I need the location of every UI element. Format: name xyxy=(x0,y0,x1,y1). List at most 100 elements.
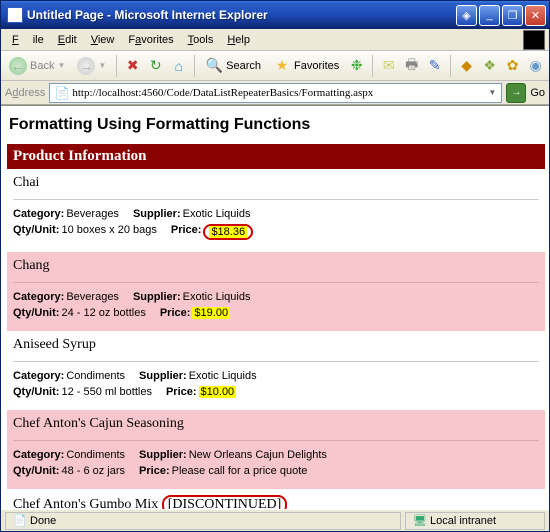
statusbar: 📄 Done 🖥 Local intranet xyxy=(1,509,549,531)
help-button[interactable]: ◈ xyxy=(456,5,477,26)
product-item: Aniseed SyrupCategory:CondimentsSupplier… xyxy=(7,331,545,410)
qty-value: 24 - 12 oz bottles xyxy=(61,307,145,319)
address-field-wrap[interactable]: 📄 ▼ xyxy=(49,83,502,103)
page-heading: Formatting Using Formatting Functions xyxy=(9,116,545,134)
section-header: Product Information xyxy=(7,144,545,169)
product-item: Chef Anton's Gumbo Mix [DISCONTINUED]Cat… xyxy=(7,489,545,509)
price-value: $19.00 xyxy=(192,307,230,319)
window-title: Untitled Page - Microsoft Internet Explo… xyxy=(27,8,456,22)
product-item: Chef Anton's Cajun Seasoning Category:Con… xyxy=(7,410,545,489)
price-value: Please call for a price quote xyxy=(172,465,308,477)
menu-file[interactable]: File xyxy=(5,32,51,48)
status-pane: 📄 Done xyxy=(5,512,401,530)
stop-icon[interactable]: ✖ xyxy=(123,56,142,76)
category-label: Category: xyxy=(13,208,64,220)
go-label: Go xyxy=(530,87,545,99)
back-label: Back xyxy=(30,60,54,72)
chevron-down-icon: ▼ xyxy=(98,61,106,70)
page-body: Formatting Using Formatting Functions Pr… xyxy=(1,106,549,509)
home-icon[interactable]: ⌂ xyxy=(169,56,188,76)
status-text: Done xyxy=(30,515,56,527)
throbber-icon xyxy=(523,30,545,50)
address-input[interactable] xyxy=(72,87,485,99)
minimize-button[interactable]: _ xyxy=(479,5,500,26)
price-label: Price: xyxy=(166,386,197,398)
supplier-label: Supplier: xyxy=(133,291,181,303)
page-icon: 📄 xyxy=(10,511,30,531)
separator xyxy=(194,55,195,77)
qty-value: 48 - 6 oz jars xyxy=(61,465,125,477)
menu-edit[interactable]: Edit xyxy=(51,32,84,48)
qty-value: 10 boxes x 20 bags xyxy=(61,224,156,240)
forward-icon: → xyxy=(77,57,95,75)
back-icon: ← xyxy=(9,57,27,75)
separator xyxy=(116,55,117,77)
search-icon: 🔍 xyxy=(205,57,223,75)
search-button[interactable]: 🔍 Search xyxy=(201,55,265,77)
search-label: Search xyxy=(226,60,261,72)
category-value: Condiments xyxy=(66,370,125,382)
refresh-icon[interactable]: ↻ xyxy=(146,56,165,76)
address-label: Address xyxy=(5,87,45,99)
edit-icon[interactable]: ✎ xyxy=(425,56,444,76)
supplier-label: Supplier: xyxy=(133,208,181,220)
back-button: ← Back ▼ xyxy=(5,55,69,77)
page-icon: 📄 xyxy=(52,83,72,103)
price-label: Price: xyxy=(139,465,170,477)
favorites-button[interactable]: ★ Favorites xyxy=(269,55,343,77)
restore-button[interactable]: ❐ xyxy=(502,5,523,26)
discontinued-badge: [DISCONTINUED] xyxy=(162,495,288,509)
supplier-label: Supplier: xyxy=(139,449,187,461)
tool-icon[interactable]: ◆ xyxy=(457,56,476,76)
menu-help[interactable]: Help xyxy=(220,32,257,48)
qty-label: Qty/Unit: xyxy=(13,386,59,398)
product-item: ChaiCategory:BeveragesSupplier:Exotic Li… xyxy=(7,169,545,252)
intranet-icon: 🖥 xyxy=(410,511,430,531)
app-window: Untitled Page - Microsoft Internet Explo… xyxy=(0,0,550,532)
toolbar: ← Back ▼ → ▼ ✖ ↻ ⌂ 🔍 Search ★ Favorites … xyxy=(1,51,549,81)
price-value: $18.36 xyxy=(209,226,247,238)
tool-icon[interactable]: ✿ xyxy=(503,56,522,76)
address-bar: Address 📄 ▼ → Go xyxy=(1,81,549,105)
category-label: Category: xyxy=(13,291,64,303)
separator xyxy=(450,55,451,77)
qty-value: 12 - 550 ml bottles xyxy=(61,386,152,398)
zone-pane: 🖥 Local intranet xyxy=(405,512,545,530)
qty-label: Qty/Unit: xyxy=(13,224,59,240)
product-name: Chang xyxy=(13,258,50,273)
menubar: File Edit View Favorites Tools Help xyxy=(1,29,549,51)
titlebar: Untitled Page - Microsoft Internet Explo… xyxy=(1,1,549,29)
content-area[interactable]: Formatting Using Formatting Functions Pr… xyxy=(1,105,549,509)
ie-icon xyxy=(7,7,23,23)
category-value: Condiments xyxy=(66,449,125,461)
tool-icon[interactable]: ❖ xyxy=(480,56,499,76)
supplier-label: Supplier: xyxy=(139,370,187,382)
qty-label: Qty/Unit: xyxy=(13,465,59,477)
go-button[interactable]: → xyxy=(506,83,526,103)
favorites-label: Favorites xyxy=(294,60,339,72)
history-icon[interactable]: ❉ xyxy=(347,56,366,76)
supplier-value: Exotic Liquids xyxy=(189,370,257,382)
separator xyxy=(372,55,373,77)
category-label: Category: xyxy=(13,449,64,461)
category-value: Beverages xyxy=(66,291,119,303)
star-icon: ★ xyxy=(273,57,291,75)
price-value: $10.00 xyxy=(199,386,237,398)
dropdown-icon[interactable]: ▼ xyxy=(485,88,499,97)
menu-favorites[interactable]: Favorites xyxy=(121,32,180,48)
supplier-value: Exotic Liquids xyxy=(183,291,251,303)
price-value: $10.00 xyxy=(199,386,237,398)
price-value: $19.00 xyxy=(192,307,230,319)
chevron-down-icon: ▼ xyxy=(57,61,65,70)
tool-icon[interactable]: ◉ xyxy=(526,56,545,76)
menu-view[interactable]: View xyxy=(84,32,122,48)
window-controls: ◈ _ ❐ ✕ xyxy=(456,5,546,26)
menu-tools[interactable]: Tools xyxy=(181,32,221,48)
print-icon[interactable]: 🖶 xyxy=(402,56,421,76)
close-button[interactable]: ✕ xyxy=(525,5,546,26)
category-value: Beverages xyxy=(66,208,119,220)
product-name: Aniseed Syrup xyxy=(13,337,96,352)
product-name: Chef Anton's Cajun Seasoning xyxy=(13,416,184,431)
price-highlight-circle: $18.36 xyxy=(203,224,253,240)
mail-icon[interactable]: ✉ xyxy=(379,56,398,76)
